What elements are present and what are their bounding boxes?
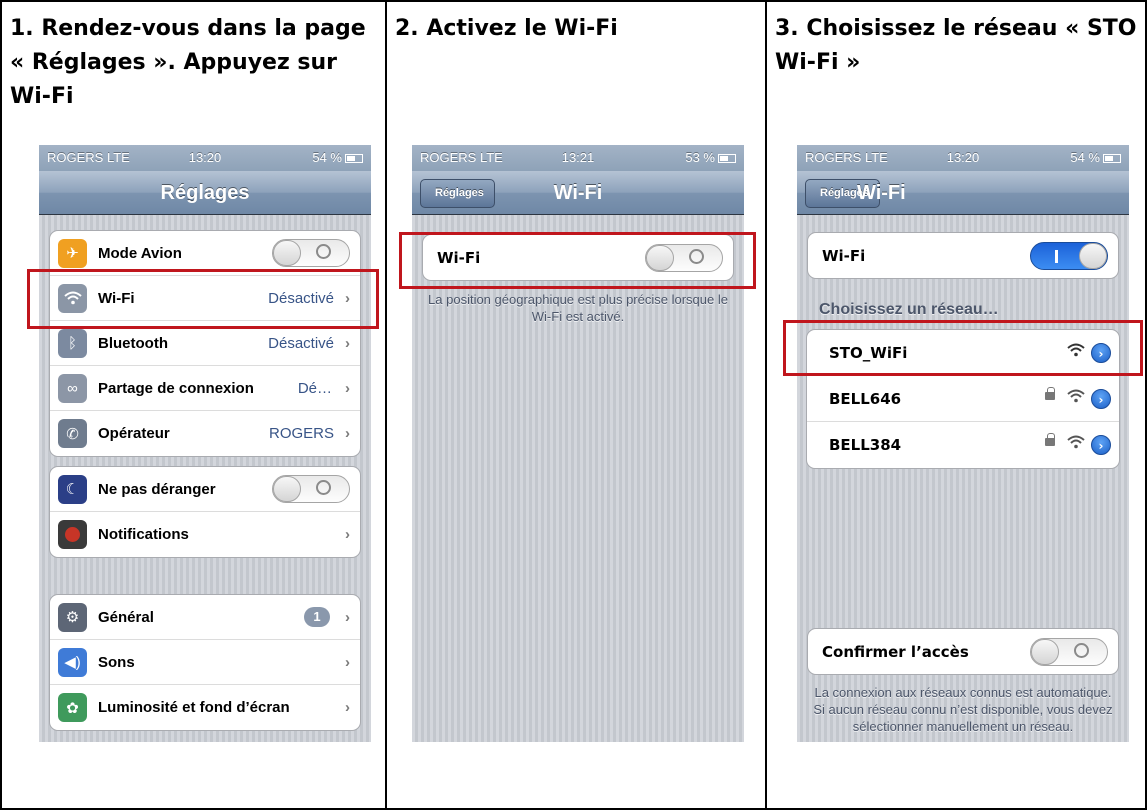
network-name: BELL384 <box>829 436 902 454</box>
page-title: Réglages <box>160 182 250 204</box>
nav-bar: Réglages Wi-Fi <box>412 171 744 215</box>
settings-item-general[interactable]: ⚙ Général 1 › <box>50 595 360 640</box>
chevron-right-icon: › <box>345 653 350 671</box>
battery-indicator: 53 % <box>685 150 736 165</box>
battery-indicator: 54 % <box>312 150 363 165</box>
wifi-highlight-box <box>27 269 379 329</box>
step2-column: 2. Activez le Wi-Fi ROGERS LTE 13:21 53 … <box>385 0 765 810</box>
battery-icon <box>718 154 736 163</box>
notifications-icon <box>58 520 87 549</box>
hotspot-status-value: Dé… <box>297 379 332 397</box>
phone-icon: ✆ <box>58 419 87 448</box>
settings-item-sounds[interactable]: ◀) Sons › <box>50 640 360 685</box>
nav-bar: Réglages <box>39 171 371 215</box>
settings-item-label: Bluetooth <box>98 334 168 352</box>
settings-screen: ROGERS LTE 13:20 54 % Réglages ✈ Mode Av… <box>39 145 371 742</box>
carrier-value: ROGERS <box>268 425 334 442</box>
step1-caption: 1. Rendez-vous dans la page « Réglages »… <box>10 16 366 109</box>
settings-item-brightness-wallpaper[interactable]: ✿ Luminosité et fond d’écran › <box>50 685 360 730</box>
settings-item-label: Luminosité et fond d’écran <box>98 699 290 716</box>
detail-disclosure-icon[interactable]: › <box>1091 435 1111 455</box>
confirm-access-label: Confirmer l’accès <box>822 642 969 661</box>
lock-icon <box>1045 387 1055 400</box>
wifi-networks-screen: ROGERS LTE 13:20 54 % Réglages Wi-Fi Wi-… <box>797 145 1129 742</box>
nav-bar: Réglages Wi-Fi <box>797 171 1129 215</box>
chevron-right-icon: › <box>345 699 350 716</box>
step3-caption: 3. Choisissez le réseau « STO Wi-Fi » <box>775 16 1137 75</box>
battery-indicator: 54 % <box>1070 150 1121 165</box>
page-title: Wi-Fi <box>553 182 603 204</box>
network-name: BELL646 <box>829 389 902 408</box>
moon-icon: ☾ <box>58 474 87 504</box>
bluetooth-icon: ᛒ <box>58 328 87 358</box>
detail-disclosure-icon[interactable]: › <box>1091 389 1111 409</box>
chevron-right-icon: › <box>345 334 350 352</box>
wifi-toggle-group: Wi-Fi <box>807 232 1119 279</box>
settings-item-notifications[interactable]: Notifications › <box>50 512 360 557</box>
step3-column: 3. Choisissez le réseau « STO Wi-Fi » RO… <box>765 0 1147 810</box>
chevron-right-icon: › <box>345 425 350 442</box>
settings-group-notifications: ☾ Ne pas déranger Notifications › <box>49 466 361 558</box>
chevron-right-icon: › <box>345 608 350 626</box>
battery-label: 54 % <box>312 150 342 165</box>
network-row-bell384[interactable]: BELL384 › <box>807 422 1119 468</box>
confirm-access-note: La connexion aux réseaux connus est auto… <box>813 685 1113 734</box>
battery-icon <box>1103 154 1121 163</box>
lock-icon <box>1045 433 1055 446</box>
settings-item-personal-hotspot[interactable]: ∞ Partage de connexion Dé… › <box>50 366 360 411</box>
wifi-toggle[interactable] <box>1030 241 1108 270</box>
confirm-access-row[interactable]: Confirmer l’accès <box>808 629 1118 674</box>
step1-column: 1. Rendez-vous dans la page « Réglages »… <box>0 0 385 810</box>
chevron-right-icon: › <box>345 379 350 397</box>
settings-item-label: Partage de connexion <box>98 379 254 397</box>
settings-item-label: Opérateur <box>98 425 170 442</box>
settings-group-general: ⚙ Général 1 › ◀) Sons › ✿ Luminosité et … <box>49 594 361 731</box>
status-bar: ROGERS LTE 13:21 53 % <box>412 145 744 171</box>
update-badge: 1 <box>304 607 330 627</box>
page-title: Wi-Fi <box>857 182 906 204</box>
airplane-mode-toggle[interactable] <box>272 239 350 267</box>
do-not-disturb-toggle[interactable] <box>272 475 350 503</box>
flower-icon: ✿ <box>58 693 87 722</box>
battery-icon <box>345 154 363 163</box>
instructions-table: 1. Rendez-vous dans la page « Réglages »… <box>0 0 1147 810</box>
settings-group-connectivity: ✈ Mode Avion Wi-Fi Désactivé › ᛒ Bluetoo… <box>49 230 361 457</box>
choose-network-header: Choisissez un réseau… <box>819 301 999 318</box>
status-bar: ROGERS LTE 13:20 54 % <box>39 145 371 171</box>
bluetooth-status-value: Désactivé <box>268 334 334 352</box>
settings-item-label: Général <box>98 608 154 626</box>
settings-item-carrier[interactable]: ✆ Opérateur ROGERS › <box>50 411 360 456</box>
gear-icon: ⚙ <box>58 602 87 632</box>
network-row-bell646[interactable]: BELL646 › <box>807 376 1119 422</box>
settings-item-label: Mode Avion <box>98 244 182 262</box>
step2-caption: 2. Activez le Wi-Fi <box>395 16 618 41</box>
wifi-toggle-row[interactable]: Wi-Fi <box>808 233 1118 278</box>
battery-label: 53 % <box>685 150 715 165</box>
airplane-icon: ✈ <box>58 238 87 268</box>
settings-item-label: Ne pas déranger <box>98 480 216 498</box>
speaker-icon: ◀) <box>58 647 87 677</box>
wifi-toggle-highlight-box <box>399 232 756 289</box>
confirm-access-toggle[interactable] <box>1030 637 1108 666</box>
sto-wifi-highlight-box <box>783 320 1143 376</box>
settings-item-do-not-disturb[interactable]: ☾ Ne pas déranger <box>50 467 360 512</box>
chain-link-icon: ∞ <box>58 373 87 403</box>
battery-label: 54 % <box>1070 150 1100 165</box>
status-bar: ROGERS LTE 13:20 54 % <box>797 145 1129 171</box>
wifi-label: Wi-Fi <box>822 246 866 265</box>
settings-item-label: Notifications <box>98 526 189 543</box>
confirm-access-group: Confirmer l’accès <box>807 628 1119 675</box>
settings-item-label: Sons <box>98 653 135 671</box>
wifi-signal-icon <box>1067 389 1085 407</box>
wifi-signal-icon <box>1067 435 1085 453</box>
location-note: La position géographique est plus précis… <box>428 292 728 324</box>
chevron-right-icon: › <box>345 526 350 543</box>
